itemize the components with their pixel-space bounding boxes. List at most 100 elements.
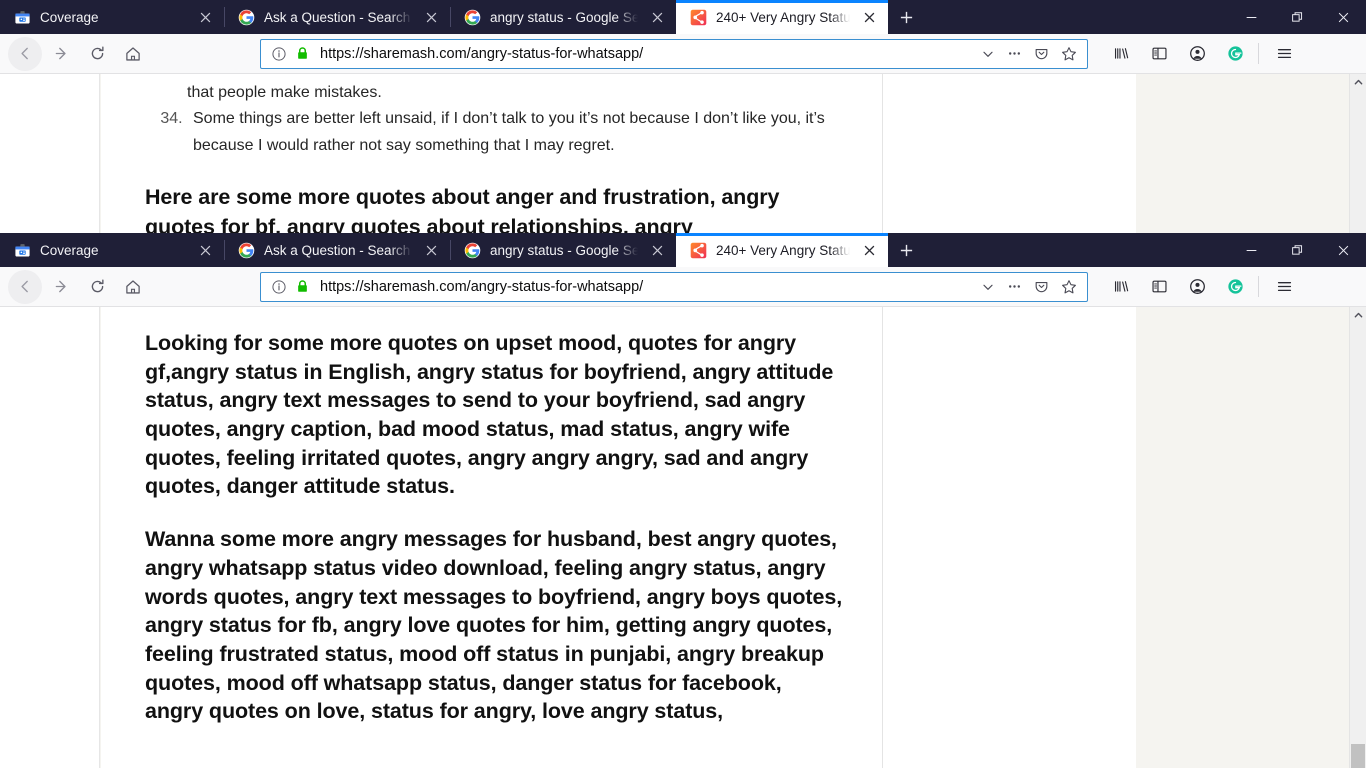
- tab-title: 240+ Very Angry Status for Wha: [716, 242, 850, 258]
- page-left-gutter: [0, 307, 100, 768]
- google-icon: [464, 242, 481, 259]
- navigation-toolbar-top: https://sharemash.com/angry-status-for-w…: [0, 34, 1366, 74]
- padlock-secure-icon[interactable]: [294, 44, 311, 64]
- chevron-down-icon[interactable]: [974, 40, 1001, 67]
- page-actions-ellipsis-icon[interactable]: [1001, 273, 1028, 300]
- tab-strip-top: Coverage Ask a Question - Search Consol: [0, 0, 1366, 34]
- url-bar[interactable]: https://sharemash.com/angry-status-for-w…: [260, 38, 1088, 69]
- forward-button[interactable]: [44, 270, 78, 304]
- tab-coverage[interactable]: Coverage: [0, 0, 224, 34]
- tab-title: angry status - Google Search: [490, 242, 638, 258]
- tab-angry-status-sharemash[interactable]: 240+ Very Angry Status for Wha: [676, 233, 888, 267]
- tab-ask-a-question[interactable]: Ask a Question - Search Consol: [224, 0, 450, 34]
- article-content-top: that people make mistakes. Some things a…: [145, 74, 844, 233]
- home-button[interactable]: [116, 270, 150, 304]
- active-tab-indicator: [676, 0, 888, 3]
- tab-title: Ask a Question - Search Consol: [264, 9, 412, 25]
- tab-close-icon[interactable]: [192, 4, 218, 30]
- tab-close-icon[interactable]: [856, 237, 882, 263]
- info-circle-icon[interactable]: [269, 44, 289, 64]
- close-icon[interactable]: [1320, 233, 1366, 267]
- google-icon: [464, 9, 481, 26]
- search-console-icon: [14, 9, 31, 26]
- tab-coverage[interactable]: Coverage: [0, 233, 224, 267]
- page-surface-top: that people make mistakes. Some things a…: [101, 74, 1243, 233]
- sharemash-icon: [690, 9, 707, 26]
- library-icon[interactable]: [1105, 38, 1137, 70]
- back-button[interactable]: [8, 36, 42, 71]
- reload-button[interactable]: [80, 270, 114, 304]
- scroll-up-arrow-icon[interactable]: [1350, 74, 1366, 91]
- google-icon: [238, 9, 255, 26]
- toolbar-separator: [1258, 43, 1259, 64]
- search-console-icon: [14, 242, 31, 259]
- paragraph-keywords-1: Looking for some more quotes on upset mo…: [145, 331, 834, 499]
- hamburger-menu-icon[interactable]: [1268, 271, 1300, 303]
- tab-close-icon[interactable]: [644, 4, 670, 30]
- url-text[interactable]: https://sharemash.com/angry-status-for-w…: [318, 279, 974, 295]
- tab-angry-status-google-search[interactable]: angry status - Google Search: [450, 233, 676, 267]
- page-right-rail: [1136, 307, 1243, 768]
- url-bar[interactable]: https://sharemash.com/angry-status-for-w…: [260, 271, 1088, 302]
- grammarly-icon[interactable]: [1219, 38, 1251, 70]
- page-viewport-top: that people make mistakes. Some things a…: [0, 74, 1366, 233]
- vertical-scrollbar-top[interactable]: [1349, 74, 1366, 233]
- article-content-bottom: Looking for some more quotes on upset mo…: [145, 307, 844, 726]
- pocket-icon[interactable]: [1028, 40, 1055, 67]
- new-tab-button[interactable]: [888, 0, 924, 34]
- scrollbar-thumb[interactable]: [1351, 744, 1365, 768]
- toolbar-right-top: [1102, 38, 1303, 70]
- google-icon: [238, 242, 255, 259]
- tab-ask-a-question[interactable]: Ask a Question - Search Consol: [224, 233, 450, 267]
- tab-close-icon[interactable]: [856, 4, 882, 30]
- vertical-scrollbar-bottom[interactable]: [1349, 307, 1366, 768]
- close-icon[interactable]: [1320, 0, 1366, 34]
- toolbar-right-bottom: [1102, 271, 1303, 303]
- url-text[interactable]: https://sharemash.com/angry-status-for-w…: [318, 46, 974, 62]
- restore-icon[interactable]: [1274, 233, 1320, 267]
- list-item: Some things are better left unsaid, if I…: [187, 106, 844, 159]
- tab-title: Coverage: [40, 242, 99, 258]
- tab-title: angry status - Google Search: [490, 9, 638, 25]
- tab-close-icon[interactable]: [192, 237, 218, 263]
- account-icon[interactable]: [1181, 38, 1213, 70]
- window-controls: [1228, 0, 1366, 34]
- tab-angry-status-google-search[interactable]: angry status - Google Search: [450, 0, 676, 34]
- article-column-bottom: Looking for some more quotes on upset mo…: [101, 307, 883, 768]
- sidebar-icon[interactable]: [1143, 271, 1175, 303]
- tab-close-icon[interactable]: [418, 4, 444, 30]
- forward-button[interactable]: [44, 37, 78, 71]
- page-left-gutter: [0, 74, 100, 233]
- scroll-up-arrow-icon[interactable]: [1350, 307, 1366, 324]
- account-icon[interactable]: [1181, 271, 1213, 303]
- chevron-down-icon[interactable]: [974, 273, 1001, 300]
- home-button[interactable]: [116, 37, 150, 71]
- page-actions-ellipsis-icon[interactable]: [1001, 40, 1028, 67]
- quote-list: Some things are better left unsaid, if I…: [187, 106, 844, 159]
- new-tab-button[interactable]: [888, 233, 924, 267]
- library-icon[interactable]: [1105, 271, 1137, 303]
- tab-close-icon[interactable]: [644, 237, 670, 263]
- bookmark-star-icon[interactable]: [1055, 273, 1082, 300]
- back-button[interactable]: [8, 269, 42, 304]
- tab-close-icon[interactable]: [418, 237, 444, 263]
- reload-button[interactable]: [80, 37, 114, 71]
- minimize-icon[interactable]: [1228, 0, 1274, 34]
- section-heading: Here are some more quotes about anger an…: [145, 185, 780, 233]
- hamburger-menu-icon[interactable]: [1268, 38, 1300, 70]
- grammarly-icon[interactable]: [1219, 271, 1251, 303]
- info-circle-icon[interactable]: [269, 277, 289, 297]
- tab-title: Ask a Question - Search Consol: [264, 242, 412, 258]
- minimize-icon[interactable]: [1228, 233, 1274, 267]
- bookmark-star-icon[interactable]: [1055, 40, 1082, 67]
- navigation-toolbar-bottom: https://sharemash.com/angry-status-for-w…: [0, 267, 1366, 307]
- padlock-secure-icon[interactable]: [294, 277, 311, 297]
- article-column-top: that people make mistakes. Some things a…: [101, 74, 883, 233]
- tab-strip-bottom: Coverage Ask a Question - Search Consol: [0, 233, 1366, 267]
- page-right-rail: [1136, 74, 1243, 233]
- sidebar-icon[interactable]: [1143, 38, 1175, 70]
- page-surface-bottom: Looking for some more quotes on upset mo…: [101, 307, 1243, 768]
- tab-angry-status-sharemash[interactable]: 240+ Very Angry Status for Wha: [676, 0, 888, 34]
- pocket-icon[interactable]: [1028, 273, 1055, 300]
- restore-icon[interactable]: [1274, 0, 1320, 34]
